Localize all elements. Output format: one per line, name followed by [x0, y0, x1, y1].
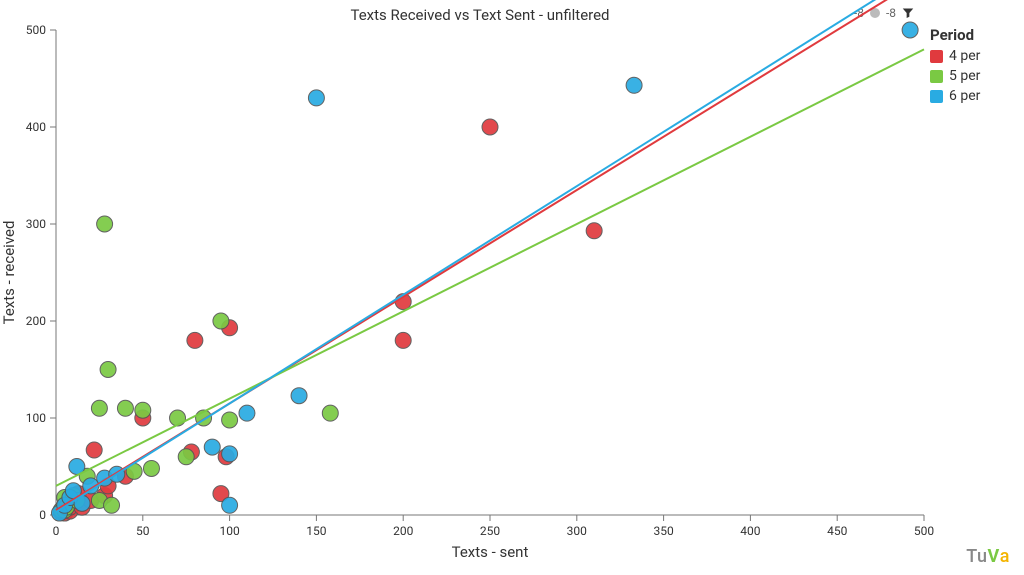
- scatter-chart[interactable]: 0501001502002503003504004505000100200300…: [56, 30, 924, 515]
- data-point[interactable]: [86, 442, 102, 458]
- data-point[interactable]: [239, 405, 255, 421]
- data-point[interactable]: [204, 439, 220, 455]
- y-tick-label: 400: [26, 120, 46, 134]
- legend-label: 4 per: [949, 46, 980, 66]
- trend-line: [56, 0, 924, 512]
- x-tick-label: 300: [567, 524, 587, 538]
- trend-line: [56, 49, 924, 486]
- data-point[interactable]: [902, 22, 918, 38]
- legend-label: 5 per: [949, 66, 980, 86]
- brand-logo: TuVa: [966, 546, 1010, 567]
- data-point[interactable]: [143, 460, 159, 476]
- brand-tu: Tu: [966, 546, 987, 567]
- x-tick-label: 150: [306, 524, 326, 538]
- data-point[interactable]: [626, 77, 642, 93]
- series-points: [51, 22, 918, 521]
- y-axis-label: Texts - received: [0, 221, 18, 325]
- funnel-icon[interactable]: [902, 7, 914, 19]
- legend-item[interactable]: 4 per: [930, 46, 1016, 66]
- data-point[interactable]: [178, 449, 194, 465]
- y-tick-label: 500: [26, 23, 46, 37]
- legend-title: Period: [930, 26, 1016, 44]
- y-tick-label: 200: [26, 314, 46, 328]
- data-point[interactable]: [308, 90, 324, 106]
- x-tick-label: 200: [393, 524, 413, 538]
- x-tick-label: 100: [219, 524, 239, 538]
- data-point[interactable]: [586, 223, 602, 239]
- data-point[interactable]: [482, 119, 498, 135]
- series-points: [53, 216, 338, 518]
- chart-title: Texts Received vs Text Sent - unfiltered: [36, 6, 924, 24]
- x-tick-label: 400: [740, 524, 760, 538]
- x-tick-label: 350: [653, 524, 673, 538]
- trend-line: [56, 0, 924, 510]
- data-point[interactable]: [100, 362, 116, 378]
- y-tick-label: 300: [26, 217, 46, 231]
- data-point[interactable]: [222, 497, 238, 513]
- legend-label: 6 per: [949, 86, 980, 106]
- legend: Period 4 per5 per6 per: [930, 26, 1016, 106]
- data-point[interactable]: [222, 446, 238, 462]
- x-tick-label: 450: [827, 524, 847, 538]
- data-point[interactable]: [222, 412, 238, 428]
- y-tick-label: 0: [39, 508, 46, 522]
- y-tick-label: 100: [26, 411, 46, 425]
- brand-v: V: [988, 546, 1000, 567]
- brand-a: a: [1000, 546, 1010, 567]
- x-tick-label: 50: [136, 524, 150, 538]
- legend-item[interactable]: 6 per: [930, 86, 1016, 106]
- data-point[interactable]: [187, 332, 203, 348]
- legend-item[interactable]: 5 per: [930, 66, 1016, 86]
- x-tick-label: 0: [53, 524, 60, 538]
- x-axis-label: Texts - sent: [452, 543, 529, 561]
- data-point[interactable]: [91, 400, 107, 416]
- data-point[interactable]: [97, 216, 113, 232]
- data-point[interactable]: [104, 497, 120, 513]
- data-point[interactable]: [291, 388, 307, 404]
- data-point[interactable]: [117, 400, 133, 416]
- chart-plot-area[interactable]: 0501001502002503003504004505000100200300…: [56, 30, 924, 515]
- x-tick-label: 500: [914, 524, 934, 538]
- legend-swatch: [930, 90, 943, 103]
- data-point[interactable]: [322, 405, 338, 421]
- legend-swatch: [930, 50, 943, 63]
- x-tick-label: 250: [480, 524, 500, 538]
- data-point[interactable]: [395, 332, 411, 348]
- filter-count-right: -8: [886, 6, 896, 20]
- data-point[interactable]: [135, 402, 151, 418]
- data-point[interactable]: [213, 313, 229, 329]
- legend-swatch: [930, 70, 943, 83]
- data-point[interactable]: [170, 410, 186, 426]
